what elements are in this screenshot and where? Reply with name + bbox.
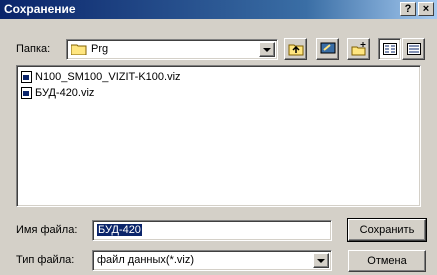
filetype-label-text: Тип файла: [16, 254, 75, 266]
filetype-label: Тип файла: [16, 254, 74, 266]
filename-field[interactable]: БУД-420 [92, 220, 332, 241]
filename-label: Имя файла: [16, 224, 77, 236]
filetype-value: файл данных(*.viz) [97, 254, 194, 266]
desktop-button[interactable] [316, 38, 339, 60]
list-item[interactable]: N100_SM100_VIZIT-K100.viz [21, 70, 181, 84]
list-view-icon [382, 43, 397, 55]
viz-file-icon [21, 71, 32, 83]
chevron-down-icon [317, 258, 325, 263]
filetype-dropdown-button[interactable] [313, 253, 329, 268]
close-button[interactable]: × [418, 2, 434, 16]
details-view-button[interactable] [402, 38, 425, 60]
list-view-button[interactable] [378, 38, 401, 60]
folder-select[interactable]: Prg [66, 39, 278, 60]
help-button[interactable]: ? [400, 2, 416, 16]
up-folder-icon [288, 44, 303, 56]
close-icon: × [422, 3, 430, 15]
viz-file-icon [21, 87, 32, 99]
desktop-icon [320, 42, 335, 54]
chevron-down-icon [263, 47, 271, 52]
filetype-select[interactable]: файл данных(*.viz) [92, 250, 332, 271]
save-button-label: Сохранить [359, 224, 415, 236]
folder-label: Папка: [16, 43, 50, 55]
filename-label-text: Имя файла: [16, 224, 78, 236]
help-icon: ? [404, 3, 412, 15]
filename-value: БУД-420 [97, 224, 142, 236]
cancel-button-label: Отмена [367, 255, 407, 267]
details-view-icon [406, 43, 421, 55]
file-name: БУД-420.viz [35, 87, 95, 99]
folder-current: Prg [91, 43, 109, 55]
new-folder-icon [351, 42, 365, 56]
list-item[interactable]: БУД-420.viz [21, 86, 94, 100]
window-title: Сохранение [4, 2, 76, 16]
folder-label-text: Папка: [16, 43, 51, 55]
file-name: N100_SM100_VIZIT-K100.viz [35, 71, 181, 83]
cancel-button[interactable]: Отмена [348, 250, 426, 272]
title-bar: Сохранение [0, 0, 437, 19]
up-folder-button[interactable] [284, 38, 307, 60]
folder-dropdown-button[interactable] [259, 42, 275, 57]
folder-icon [71, 44, 87, 55]
file-list[interactable]: N100_SM100_VIZIT-K100.viz БУД-420.viz [16, 65, 421, 207]
save-button[interactable]: Сохранить [348, 219, 426, 241]
new-folder-button[interactable] [347, 38, 370, 60]
